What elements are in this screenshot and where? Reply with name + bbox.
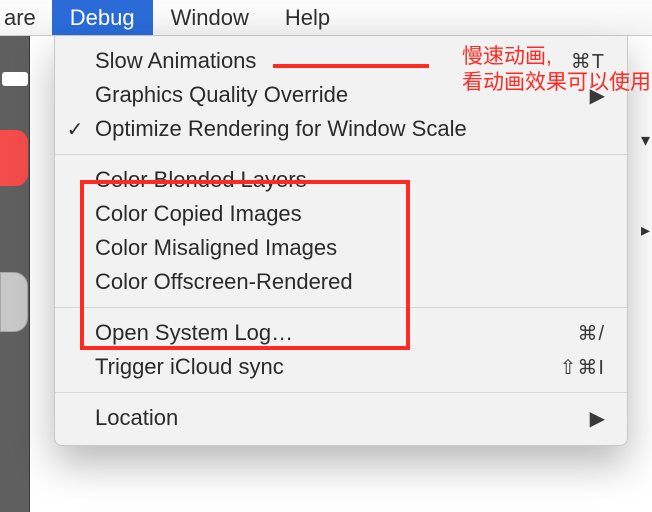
menu-item-label: Color Misaligned Images	[95, 235, 605, 261]
menu-item-label: Optimize Rendering for Window Scale	[95, 116, 605, 142]
app-icon-grey	[0, 272, 28, 332]
menu-item-color-blended-layers[interactable]: Color Blended Layers	[55, 163, 627, 197]
menu-separator	[55, 154, 627, 155]
debug-menu-dropdown: Slow Animations ⌘T Graphics Quality Over…	[54, 36, 628, 446]
menu-item-label: Location	[95, 405, 590, 431]
menu-shortcut: ⌘/	[577, 321, 605, 346]
menu-separator	[55, 307, 627, 308]
menu-item-trigger-icloud-sync[interactable]: Trigger iCloud sync ⇧⌘I	[55, 350, 627, 384]
menu-item-optimize-rendering[interactable]: ✓ Optimize Rendering for Window Scale	[55, 112, 627, 146]
menu-item-slow-animations[interactable]: Slow Animations ⌘T	[55, 44, 627, 78]
menubar-item-hardware-truncated[interactable]: are	[0, 0, 52, 35]
menu-item-location[interactable]: Location ▶	[55, 401, 627, 435]
menubar: are Debug Window Help	[0, 0, 652, 36]
menu-item-label: Color Offscreen-Rendered	[95, 269, 605, 295]
menu-shortcut: ⌘T	[571, 49, 605, 74]
app-icon-red	[0, 130, 28, 186]
menu-item-open-system-log[interactable]: Open System Log… ⌘/	[55, 316, 627, 350]
chevron-right-icon: ▶	[590, 83, 605, 108]
menubar-item-window[interactable]: Window	[153, 0, 267, 35]
menu-item-graphics-quality-override[interactable]: Graphics Quality Override ▶	[55, 78, 627, 112]
chevron-right-icon: ▶	[590, 406, 605, 431]
menu-item-color-copied-images[interactable]: Color Copied Images	[55, 197, 627, 231]
menu-item-label: Slow Animations	[95, 48, 571, 74]
decorative-glyph: ▸	[641, 220, 650, 241]
menu-shortcut: ⇧⌘I	[560, 355, 605, 380]
menu-item-label: Open System Log…	[95, 320, 577, 346]
simulator-left-strip	[0, 36, 30, 512]
menubar-item-help[interactable]: Help	[267, 0, 348, 35]
menubar-item-debug[interactable]: Debug	[52, 0, 153, 35]
menu-item-label: Trigger iCloud sync	[95, 354, 560, 380]
menu-item-color-misaligned-images[interactable]: Color Misaligned Images	[55, 231, 627, 265]
menu-item-label: Color Blended Layers	[95, 167, 605, 193]
menu-item-label: Color Copied Images	[95, 201, 605, 227]
background-window-sliver: ▾ ▸	[630, 36, 652, 512]
battery-icon	[2, 72, 28, 86]
checkmark-icon: ✓	[55, 117, 95, 142]
decorative-glyph: ▾	[641, 130, 650, 151]
menu-item-label: Graphics Quality Override	[95, 82, 590, 108]
menu-item-color-offscreen-rendered[interactable]: Color Offscreen-Rendered	[55, 265, 627, 299]
menu-separator	[55, 392, 627, 393]
